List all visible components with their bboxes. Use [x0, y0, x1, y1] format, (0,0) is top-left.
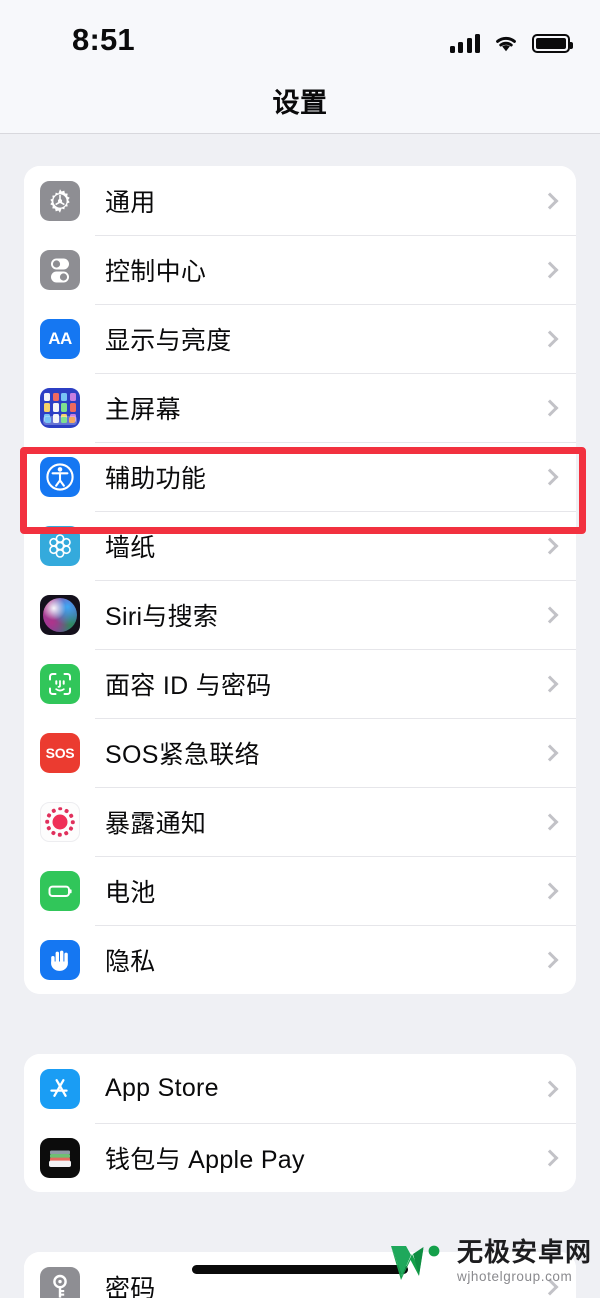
chevron-right-icon	[541, 1080, 559, 1097]
settings-screen: 8:51 设置 通用 控制中心 AA 显示与亮度 主屏幕 辅助功能 墙纸 Sir…	[0, 0, 600, 1298]
settings-row-label: 面容 ID 与密码	[105, 671, 272, 700]
settings-row-label: 电池	[105, 878, 156, 907]
chevron-right-icon	[541, 330, 559, 347]
settings-row-accessibility[interactable]: 辅助功能	[24, 442, 576, 511]
settings-group-system: 通用 控制中心 AA 显示与亮度 主屏幕 辅助功能 墙纸 Siri与搜索 面容 …	[24, 166, 576, 994]
watermark-title: 无极安卓网	[456, 1236, 592, 1267]
settings-row-label: 密码	[105, 1274, 156, 1298]
settings-row-exposure-notifications[interactable]: 暴露通知	[24, 787, 576, 856]
settings-row-face-id[interactable]: 面容 ID 与密码	[24, 649, 576, 718]
sos-icon-text: SOS	[45, 744, 75, 761]
page-title: 设置	[272, 88, 328, 118]
settings-row-label: 辅助功能	[105, 464, 207, 493]
chevron-right-icon	[541, 882, 559, 899]
settings-row-privacy[interactable]: 隐私	[24, 925, 576, 994]
settings-row-label: 通用	[105, 188, 156, 217]
wallet-icon	[40, 1137, 80, 1178]
settings-row-control-center[interactable]: 控制中心	[24, 235, 576, 304]
settings-row-battery[interactable]: 电池	[24, 856, 576, 925]
chevron-right-icon	[541, 606, 559, 623]
settings-list[interactable]: 通用 控制中心 AA 显示与亮度 主屏幕 辅助功能 墙纸 Siri与搜索 面容 …	[0, 135, 600, 1298]
home-indicator-bar	[192, 1265, 408, 1274]
watermark: 无极安卓网 wjhotelgroup.com	[386, 1238, 592, 1284]
chevron-right-icon	[541, 261, 559, 278]
chevron-right-icon	[541, 744, 559, 761]
settings-row-display-brightness[interactable]: AA 显示与亮度	[24, 304, 576, 373]
settings-row-emergency-sos[interactable]: SOS SOS紧急联络	[24, 718, 576, 787]
display-brightness-icon: AA	[40, 318, 80, 359]
settings-row-label: 主屏幕	[105, 395, 181, 424]
status-bar-time: 8:51	[72, 22, 135, 57]
battery-full-icon	[532, 34, 573, 53]
settings-row-label: 钱包与 Apple Pay	[105, 1145, 305, 1174]
app-store-icon	[40, 1068, 80, 1109]
settings-row-label: 控制中心	[105, 257, 207, 286]
accessibility-icon	[40, 456, 80, 497]
control-center-icon	[40, 249, 80, 290]
settings-row-app-store[interactable]: App Store	[24, 1054, 576, 1123]
siri-icon	[40, 594, 80, 635]
settings-row-label: SOS紧急联络	[105, 740, 260, 769]
exposure-notification-icon	[40, 801, 80, 842]
settings-group-store: App Store 钱包与 Apple Pay	[24, 1054, 576, 1192]
settings-row-label: Siri与搜索	[105, 602, 219, 631]
w-logo-icon	[390, 1245, 440, 1280]
chevron-right-icon	[541, 813, 559, 830]
chevron-right-icon	[541, 192, 559, 209]
settings-row-label: 显示与亮度	[105, 326, 232, 355]
settings-row-home-screen[interactable]: 主屏幕	[24, 373, 576, 442]
chevron-right-icon	[541, 675, 559, 692]
battery-icon	[40, 870, 80, 911]
chevron-right-icon	[541, 1149, 559, 1166]
home-screen-icon	[40, 387, 80, 428]
chevron-right-icon	[541, 537, 559, 554]
display-icon-text: AA	[48, 328, 72, 348]
settings-row-label: App Store	[105, 1074, 219, 1102]
face-id-icon	[40, 663, 80, 704]
cellular-signal-icon	[449, 33, 480, 53]
chevron-right-icon	[541, 951, 559, 968]
sos-icon: SOS	[40, 732, 80, 773]
status-bar: 8:51	[0, 0, 600, 68]
navigation-header: 设置	[0, 68, 600, 134]
settings-row-general[interactable]: 通用	[24, 166, 576, 235]
settings-row-wallet-apple-pay[interactable]: 钱包与 Apple Pay	[24, 1123, 576, 1192]
wallpaper-icon	[40, 525, 80, 566]
watermark-url: wjhotelgroup.com	[456, 1268, 573, 1284]
password-key-icon	[40, 1266, 80, 1298]
chevron-right-icon	[541, 399, 559, 416]
settings-row-wallpaper[interactable]: 墙纸	[24, 511, 576, 580]
settings-row-label: 暴露通知	[105, 809, 207, 838]
chevron-right-icon	[541, 468, 559, 485]
wifi-icon	[493, 33, 519, 53]
settings-row-siri-search[interactable]: Siri与搜索	[24, 580, 576, 649]
privacy-hand-icon	[40, 939, 80, 980]
gear-icon	[40, 180, 80, 221]
settings-row-label: 墙纸	[105, 533, 156, 562]
settings-row-label: 隐私	[105, 947, 156, 976]
status-bar-icons	[449, 27, 573, 53]
